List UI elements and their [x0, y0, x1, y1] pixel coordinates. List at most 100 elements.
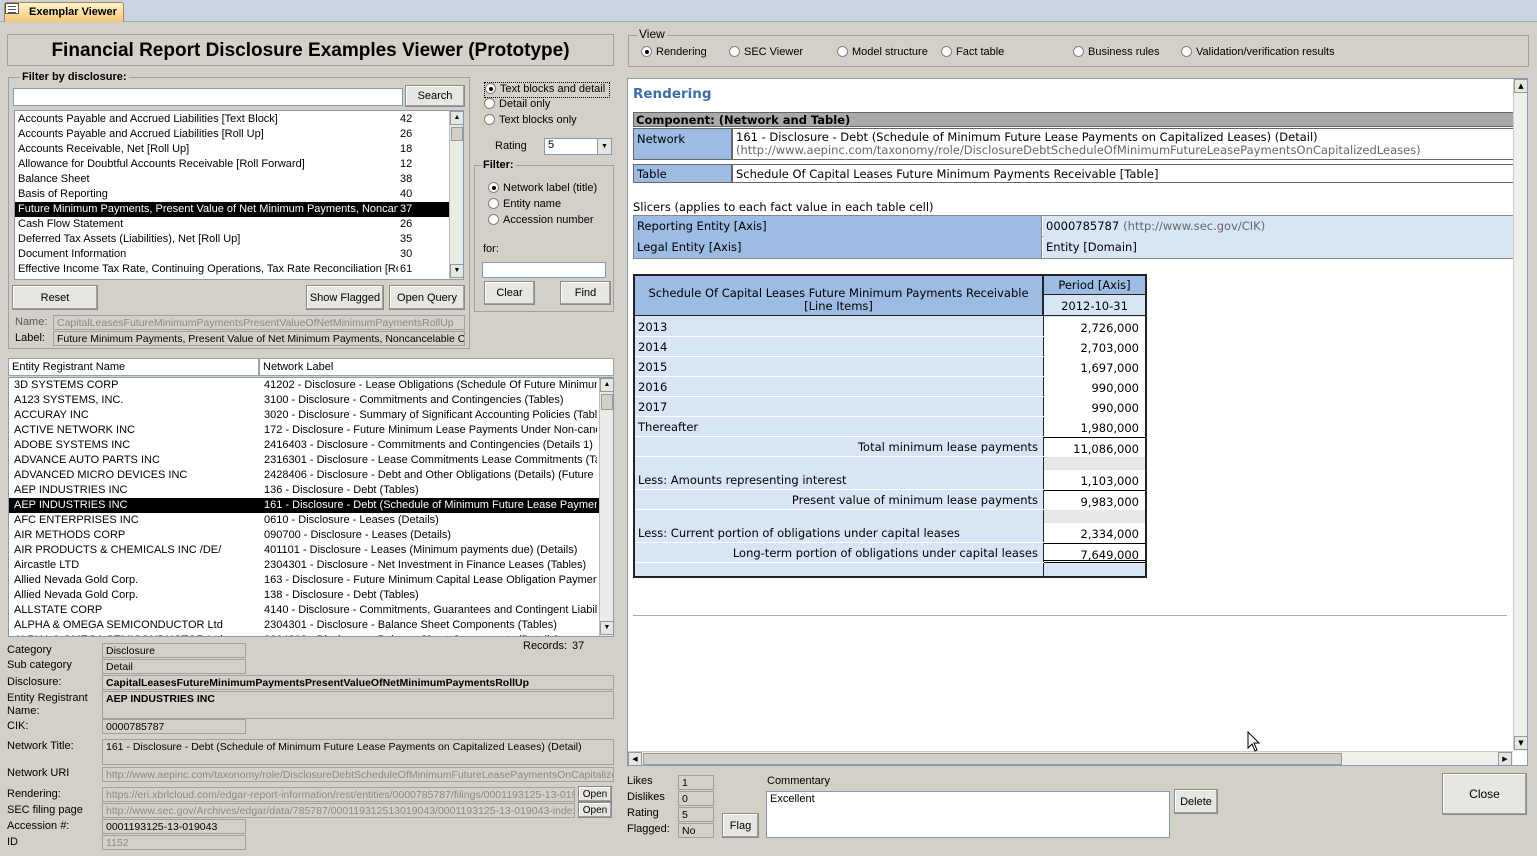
radio-icon[interactable] — [1181, 46, 1192, 57]
disclosure-list-scrollbar[interactable]: ▲ ▼ — [449, 111, 463, 279]
scroll-left-icon[interactable]: ◀ — [628, 752, 642, 765]
radio-icon[interactable] — [485, 83, 496, 94]
list-item[interactable]: Effective Income Tax Rate, Continuing Op… — [15, 262, 449, 277]
disclosure-search-input[interactable] — [13, 88, 403, 106]
rendering-panel[interactable]: Rendering Component: (Network and Table)… — [627, 78, 1528, 766]
reset-button[interactable]: Reset — [12, 285, 98, 310]
filter-option[interactable]: Network label (title) — [488, 182, 612, 198]
open-sec-button[interactable]: Open — [578, 802, 612, 818]
scroll-thumb[interactable] — [451, 127, 463, 141]
table-row[interactable]: AEP INDUSTRIES INC 136 - Disclosure - Deb… — [9, 483, 599, 498]
list-item[interactable]: Cash Flow Statement 26 — [15, 217, 449, 232]
rating-select[interactable]: 5 ▼ — [544, 138, 612, 155]
mode-option[interactable]: Text blocks only — [484, 114, 614, 130]
table-row[interactable]: AEP INDUSTRIES INC 161 - Disclosure - Deb… — [9, 498, 599, 513]
scroll-down-icon[interactable]: ▼ — [1514, 736, 1527, 750]
radio-icon[interactable] — [488, 214, 499, 225]
tab-exemplar-viewer[interactable]: Exemplar Viewer — [4, 2, 124, 22]
view-option[interactable]: SEC Viewer — [729, 46, 803, 58]
table-row[interactable]: ACCURAY INC 3020 - Disclosure - Summary o… — [9, 408, 599, 423]
mode-option[interactable]: Text blocks and detail — [484, 82, 610, 98]
line-item-value: 1,697,000 — [1044, 357, 1145, 377]
table-row[interactable]: AIR METHODS CORP 090700 - Disclosure - Le… — [9, 528, 599, 543]
disclosure-count: 30 — [400, 248, 413, 260]
entity-name: Aircastle LTD — [14, 559, 80, 571]
radio-icon[interactable] — [729, 46, 740, 57]
open-query-button[interactable]: Open Query — [389, 285, 465, 310]
scroll-up-icon[interactable]: ▲ — [600, 378, 613, 392]
table-row[interactable]: ACTIVE NETWORK INC 172 - Disclosure - Fut… — [9, 423, 599, 438]
scroll-up-icon[interactable]: ▲ — [450, 111, 463, 125]
disclosure-label: Disclosure: — [7, 676, 62, 688]
column-header-network[interactable]: Network Label — [259, 358, 614, 376]
close-button[interactable]: Close — [1442, 773, 1527, 815]
scroll-thumb[interactable] — [601, 394, 613, 410]
subcategory-label: Sub category — [7, 659, 72, 671]
list-item[interactable]: Allowance for Doubtful Accounts Receivab… — [15, 157, 449, 172]
chevron-down-icon[interactable]: ▼ — [597, 139, 611, 154]
disclosure-list[interactable]: Accounts Payable and Accrued Liabilities… — [14, 110, 464, 280]
table-row[interactable]: ALLSTATE CORP 4140 - Disclosure - Commitm… — [9, 603, 599, 618]
view-option[interactable]: Rendering — [641, 46, 707, 58]
scroll-up-icon[interactable]: ▲ — [1514, 79, 1527, 93]
for-input[interactable] — [482, 262, 606, 278]
entity-list[interactable]: 3D SYSTEMS CORP 41202 - Disclosure - Leas… — [8, 377, 614, 637]
table-row[interactable]: ADOBE SYSTEMS INC 2416403 - Disclosure - … — [9, 438, 599, 453]
show-flagged-button[interactable]: Show Flagged — [306, 285, 384, 310]
scroll-thumb[interactable] — [643, 753, 1342, 765]
scroll-right-icon[interactable]: ▶ — [1498, 752, 1512, 765]
radio-icon[interactable] — [837, 46, 848, 57]
find-button[interactable]: Find — [560, 281, 611, 305]
list-item[interactable]: Accounts Payable and Accrued Liabilities… — [15, 112, 449, 127]
search-button[interactable]: Search — [405, 85, 465, 107]
radio-icon[interactable] — [484, 114, 495, 125]
disclosure-count: 42 — [400, 113, 413, 125]
table-row[interactable]: ADVANCED MICRO DEVICES INC 2428406 - Disc… — [9, 468, 599, 483]
clear-button[interactable]: Clear — [484, 281, 535, 305]
filter-option[interactable]: Entity name — [488, 198, 612, 214]
mode-option[interactable]: Detail only — [484, 98, 614, 114]
scroll-down-icon[interactable]: ▼ — [600, 621, 613, 635]
table-row[interactable]: Aircastle LTD 2304301 - Disclosure - Net … — [9, 558, 599, 573]
open-rendering-button[interactable]: Open — [578, 786, 612, 802]
likes-label: Likes — [627, 775, 653, 787]
network-label: 4140 - Disclosure - Commitments, Guarant… — [264, 604, 597, 616]
scroll-down-icon[interactable]: ▼ — [450, 264, 463, 278]
rendering-vscroll[interactable]: ▲ ▼ — [1513, 79, 1527, 751]
radio-icon[interactable] — [484, 98, 495, 109]
list-item[interactable]: Future Minimum Payments, Present Value o… — [15, 202, 449, 217]
table-row[interactable]: AFC ENTERPRISES INC 0610 - Disclosure - L… — [9, 513, 599, 528]
radio-icon[interactable] — [488, 198, 499, 209]
table-row[interactable]: Allied Nevada Gold Corp. 138 - Disclosure… — [9, 588, 599, 603]
list-item[interactable]: Balance Sheet 38 — [15, 172, 449, 187]
view-option[interactable]: Model structure — [837, 46, 928, 58]
network-label: 2428406 - Disclosure - Debt and Other Ob… — [264, 469, 597, 481]
table-row[interactable]: ADVANCE AUTO PARTS INC 2316301 - Disclosu… — [9, 453, 599, 468]
column-header-entity[interactable]: Entity Registrant Name — [8, 358, 259, 376]
list-item[interactable]: Document Information 30 — [15, 247, 449, 262]
delete-button[interactable]: Delete — [1174, 789, 1218, 814]
radio-icon[interactable] — [641, 46, 652, 57]
table-row[interactable]: AIR PRODUCTS & CHEMICALS INC /DE/401101 … — [9, 543, 599, 558]
list-item[interactable]: Accounts Payable and Accrued Liabilities… — [15, 127, 449, 142]
table-row[interactable]: ALPHA & OMEGA SEMICONDUCTOR Ltd 2304301 -… — [9, 618, 599, 633]
radio-icon[interactable] — [941, 46, 952, 57]
table-row[interactable]: Allied Nevada Gold Corp. 163 - Disclosure… — [9, 573, 599, 588]
table-row[interactable]: 3D SYSTEMS CORP 41202 - Disclosure - Leas… — [9, 378, 599, 393]
radio-icon[interactable] — [488, 182, 499, 193]
table-row[interactable]: ALPHA & OMEGA SEMICONDUCTOR Ltd 2304302 -… — [9, 633, 599, 636]
commentary-input[interactable]: Excellent — [766, 791, 1170, 838]
rendering-hscroll[interactable]: ◀ ▶ — [628, 751, 1513, 765]
list-item[interactable]: Accounts Receivable, Net [Roll Up] 18 — [15, 142, 449, 157]
line-item-value: 2,726,000 — [1044, 317, 1145, 337]
radio-icon[interactable] — [1073, 46, 1084, 57]
table-row[interactable]: A123 SYSTEMS, INC. 3100 - Disclosure - Co… — [9, 393, 599, 408]
view-option[interactable]: Validation/verification results — [1181, 46, 1335, 58]
entity-list-scrollbar[interactable]: ▲ ▼ — [599, 378, 613, 636]
filter-option[interactable]: Accession number — [488, 214, 612, 230]
view-option[interactable]: Business rules — [1073, 46, 1160, 58]
flag-button[interactable]: Flag — [722, 813, 759, 838]
view-option[interactable]: Fact table — [941, 46, 1004, 58]
list-item[interactable]: Basis of Reporting 40 — [15, 187, 449, 202]
list-item[interactable]: Deferred Tax Assets (Liabilities), Net [… — [15, 232, 449, 247]
